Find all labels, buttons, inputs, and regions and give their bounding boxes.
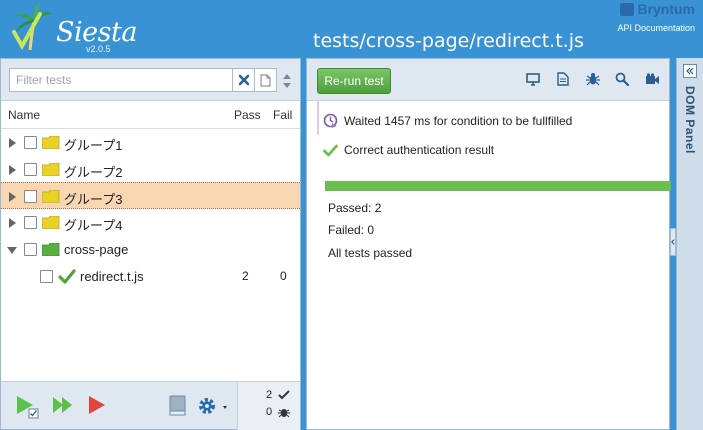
folder-icon	[42, 190, 60, 203]
tree-row-label: cross-page	[64, 242, 129, 257]
bryntum-logo[interactable]: Bryntum	[617, 1, 695, 17]
sort-arrows-icon[interactable]	[282, 73, 292, 89]
folder-icon	[42, 216, 60, 229]
column-header-pass[interactable]: Pass	[234, 108, 261, 122]
tree-row-group-1[interactable]: グループ1	[1, 129, 300, 156]
tree-row-label: グループ2	[64, 165, 123, 180]
collapse-arrow-icon[interactable]	[7, 247, 17, 254]
row-checkbox[interactable]	[24, 136, 37, 149]
folder-icon	[42, 136, 60, 149]
fail-count: 0	[280, 269, 287, 283]
folder-icon	[42, 163, 60, 176]
folder-open-icon	[42, 243, 60, 256]
expand-arrow-icon[interactable]	[9, 138, 16, 148]
document-icon	[557, 72, 569, 86]
test-result-panel: Re-run test Waited 1457 ms for condition…	[306, 58, 671, 430]
tree-row-group-4[interactable]: グループ4	[1, 209, 300, 236]
app-version: v2.0.5	[86, 44, 111, 54]
summary-passed: Passed: 2	[328, 201, 382, 215]
test-tree-panel: Name Pass Fail グループ1 グループ2 グループ3	[0, 58, 301, 430]
checkmark-icon	[58, 269, 76, 284]
tree-row-group-3[interactable]: グループ3	[1, 182, 300, 209]
result-progress-bar	[325, 181, 671, 191]
brand-name: Bryntum	[637, 1, 695, 17]
search-icon	[615, 72, 629, 86]
pass-count: 2	[242, 269, 249, 283]
column-header-name[interactable]: Name	[8, 108, 40, 122]
close-icon	[238, 74, 249, 86]
total-failed: 0	[266, 406, 273, 418]
dom-panel: DOM Panel	[676, 58, 703, 430]
row-checkbox[interactable]	[24, 190, 37, 203]
tree-row-label: グループ4	[64, 218, 123, 233]
run-checked-button[interactable]	[15, 394, 41, 420]
video-camera-icon	[645, 73, 659, 84]
filter-type-button[interactable]	[255, 68, 277, 92]
run-toolbar: 2 0	[1, 381, 300, 430]
checkmark-icon	[278, 390, 290, 400]
assertion-row: Correct authentication result	[323, 143, 494, 157]
tree-row-redirect-test[interactable]: redirect.t.js 2 0	[1, 263, 300, 290]
rerun-test-button[interactable]: Re-run test	[317, 68, 391, 94]
expand-arrow-icon[interactable]	[9, 165, 16, 175]
total-passed: 2	[266, 389, 273, 401]
tree-row-label: グループ3	[64, 192, 123, 207]
row-checkbox[interactable]	[24, 163, 37, 176]
checkmark-icon	[323, 144, 338, 156]
bug-icon	[278, 409, 290, 418]
filter-tests-input[interactable]	[9, 68, 233, 92]
clock-icon	[323, 113, 338, 128]
dom-panel-title[interactable]: DOM Panel	[683, 86, 697, 154]
run-all-button[interactable]	[52, 396, 74, 414]
dom-panel-expand-button[interactable]	[683, 64, 697, 78]
tree-row-label: redirect.t.js	[80, 269, 144, 284]
siesta-logo[interactable]: Siesta v2.0.5	[10, 2, 137, 54]
row-checkbox[interactable]	[24, 243, 37, 256]
tree-row-cross-page[interactable]: cross-page	[1, 236, 300, 263]
view-source-button[interactable]	[555, 71, 571, 87]
filter-bar	[1, 59, 300, 101]
grid-header: Name Pass Fail	[1, 101, 300, 129]
app-header: Siesta v2.0.5 tests/cross-page/redirect.…	[0, 0, 703, 58]
page-title: tests/cross-page/redirect.t.js	[313, 30, 584, 52]
monitor-icon	[526, 72, 540, 86]
record-button[interactable]	[644, 71, 660, 87]
bryntum-mark-icon	[620, 2, 635, 16]
run-failed-button[interactable]	[88, 395, 106, 415]
column-header-fail[interactable]: Fail	[273, 108, 292, 122]
api-documentation-link[interactable]: API Documentation	[617, 23, 695, 33]
debug-button[interactable]	[585, 71, 601, 87]
clear-filter-button[interactable]	[233, 68, 255, 92]
settings-gear-icon[interactable]	[197, 395, 229, 417]
expand-arrow-icon[interactable]	[9, 218, 16, 228]
assertion-row: Waited 1457 ms for condition to be fullf…	[323, 113, 572, 128]
summary-status: All tests passed	[328, 246, 413, 260]
totals-box: 2 0	[237, 382, 300, 430]
assertion-text: Waited 1457 ms for condition to be fullf…	[344, 113, 573, 128]
bug-icon	[586, 73, 600, 86]
summary-failed: Failed: 0	[328, 223, 375, 237]
tree-row-label: グループ1	[64, 138, 123, 153]
palm-tree-icon	[12, 4, 52, 51]
brand-block[interactable]: Bryntum API Documentation	[617, 1, 695, 33]
double-chevron-left-icon	[686, 67, 694, 75]
expand-arrow-icon[interactable]	[9, 192, 16, 202]
document-icon	[260, 74, 271, 86]
tree-row-group-2[interactable]: グループ2	[1, 156, 300, 183]
row-checkbox[interactable]	[24, 216, 37, 229]
inspect-button[interactable]	[614, 71, 630, 87]
assertion-marker	[317, 101, 319, 135]
row-checkbox[interactable]	[40, 270, 53, 283]
view-dom-button[interactable]	[525, 71, 541, 87]
book-icon[interactable]	[168, 395, 188, 417]
assertion-text: Correct authentication result	[344, 143, 495, 157]
result-toolbar: Re-run test	[307, 59, 669, 101]
chevron-left-icon	[671, 239, 675, 245]
